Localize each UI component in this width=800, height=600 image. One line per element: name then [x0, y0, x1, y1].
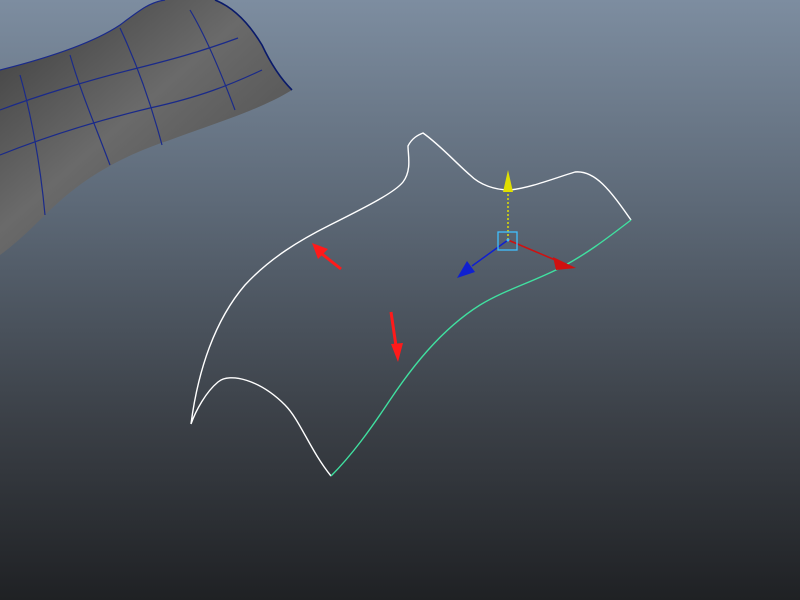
3d-viewport[interactable] [0, 0, 800, 600]
curve-outline [190, 132, 632, 477]
pivot-point-icon [506, 238, 510, 242]
viewport-canvas[interactable] [0, 0, 800, 600]
z-axis-line [471, 239, 509, 267]
boundary-curve[interactable] [190, 132, 632, 477]
z-axis-handle-icon[interactable] [457, 261, 475, 278]
x-axis-line [507, 239, 561, 263]
direction-arrows [312, 243, 403, 362]
surface-fill [0, 0, 292, 255]
nurbs-surface[interactable] [0, 0, 293, 255]
arrow-down-icon [389, 311, 403, 362]
y-axis-handle-icon[interactable] [503, 170, 513, 192]
move-manipulator[interactable] [457, 170, 576, 278]
curve-highlight [330, 219, 632, 477]
x-axis-handle-icon[interactable] [553, 257, 576, 270]
arrow-left-icon [312, 243, 342, 271]
